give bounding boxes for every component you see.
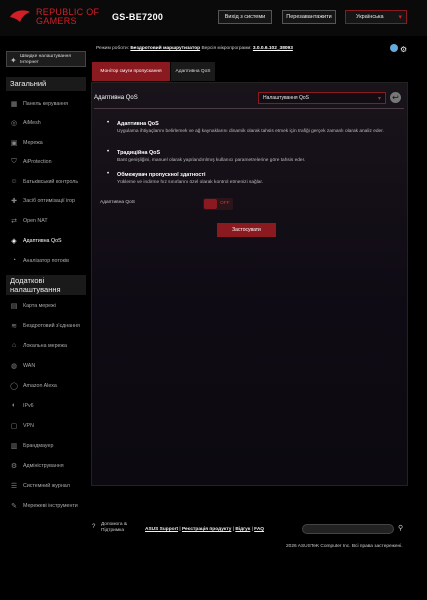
shield-icon: ⛉ [11,157,17,165]
section-general: Загальний [6,77,86,91]
sidebar-item-lan[interactable]: ⌂ Локальна мережа [6,336,86,355]
dashboard-icon: ▦ [10,100,18,108]
adaptive-qos-toggle[interactable]: OFF [203,198,233,210]
toggle-knob [204,199,217,209]
quick-setup-button[interactable]: ✦ Швидке налаштування Інтернет [6,51,86,67]
ipv6-icon: ◐ [11,402,17,409]
reboot-button[interactable]: Перезавантажити [282,10,336,24]
search-icon[interactable]: ⚲ [398,524,403,532]
sidebar-item-alexa[interactable]: ◯ Amazon Alexa [6,376,86,395]
section-advanced: Додаткові налаштування [6,275,86,295]
sidebar-item-wireless[interactable]: ≋ Бездротовий з'єднання [6,316,86,335]
vpn-icon: ▢ [10,422,18,430]
top-bar: REPUBLIC OF GAMERS GS-BE7200 Вихід з сис… [0,0,427,36]
qos-icon: ◈ [11,237,17,245]
sidebar-item-firewall[interactable]: ▥ Брандмауер [6,436,86,455]
qos-settings-select[interactable]: Налаштування QoS ▾ [258,92,386,104]
status-line: Режим роботи: Бездротовий маршрутизатор … [96,46,293,51]
sidebar-item-adaptive-qos[interactable]: ◈ Адаптивна QoS [6,231,86,250]
sidebar-item-vpn[interactable]: ▢ VPN [6,416,86,435]
help-support-link[interactable]: Допомога & Підтримка [101,522,143,534]
link-product-registration[interactable]: Реєстрація продукту [182,527,231,532]
sidebar-item-aimesh[interactable]: ◎ AiMesh [6,113,86,132]
language-label: Українська [356,14,384,20]
bullet-title: Обмежувач пропускної здатності [117,172,206,178]
footer-links: ASUS Support | Реєстрація продукту | Від… [145,527,265,532]
log-icon: ☰ [10,482,18,490]
analyzer-icon: ◔ [11,257,17,264]
admin-icon: ⚙ [10,462,18,470]
bullet-title: Адаптивна QoS [117,121,159,127]
nat-icon: ⇄ [11,217,17,225]
sidebar-item-dashboard[interactable]: ▦ Панель керування [6,94,86,113]
link-feedback[interactable]: Відгук [235,527,250,532]
tools-icon: ✎ [11,502,17,510]
firewall-icon: ▥ [10,442,18,450]
lan-icon: ⌂ [11,342,17,349]
mode-link[interactable]: Бездротовий маршрутизатор [130,46,200,51]
link-faq[interactable]: FAQ [254,527,264,532]
gear-icon[interactable]: ⚙ [400,45,407,54]
parental-icon: ☺ [10,178,18,185]
logout-button[interactable]: Вихід з системи [218,10,272,24]
sidebar-item-network-tools[interactable]: ✎ Мережеві інструменти [6,496,86,515]
qos-select-label: Налаштування QoS [263,95,309,101]
usb-status-icon[interactable] [390,44,398,52]
map-icon: ▤ [10,302,18,310]
sidebar-item-parental[interactable]: ☺ Батьківський контроль [6,172,86,191]
adaptive-qos-label: Адаптивна QoS [100,200,135,205]
sidebar-item-traffic-analyzer[interactable]: ◔ Аналізатор потоків [6,251,86,270]
chevron-down-icon: ▾ [398,14,402,21]
apply-button[interactable]: Застосувати [217,223,276,237]
chevron-down-icon: ▾ [377,95,381,102]
alexa-icon: ◯ [10,382,18,390]
main-panel [91,82,408,486]
sidebar-item-game-boost[interactable]: ✚ Засіб оптимізації ігор [6,191,86,210]
bullet-desc: Bant genişliğini, manuel olarak yapıland… [117,158,306,163]
bullet-title: Традиційна QoS [117,150,161,156]
sidebar-item-administration[interactable]: ⚙ Адміністрування [6,456,86,475]
bullet-desc: Yükleme ve indirme hız sınırlarını özel … [117,180,264,185]
sidebar-item-system-log[interactable]: ☰ Системний журнал [6,476,86,495]
sidebar-item-network-map[interactable]: ▤ Карта мережі [6,296,86,315]
language-select[interactable]: Українська ▾ [345,10,407,24]
wand-icon: ✦ [10,56,17,65]
page-title: Адаптивна QoS [94,95,138,101]
divider [94,108,404,109]
sidebar-item-network[interactable]: ▣ Мережа [6,133,86,152]
network-icon: ▣ [10,139,18,147]
gamepad-icon: ✚ [11,197,17,205]
globe-icon: ◍ [10,362,18,370]
tab-adaptive-qos[interactable]: Адаптивна QoS [171,62,215,81]
wifi-icon: ≋ [11,322,17,330]
sidebar-item-ipv6[interactable]: ◐ IPv6 [6,396,86,415]
help-icon: ? [92,524,96,530]
sidebar-item-open-nat[interactable]: ⇄ Open NAT [6,211,86,230]
sidebar-item-wan[interactable]: ◍ WAN [6,356,86,375]
brand-name: REPUBLIC OF GAMERS [36,7,100,26]
model-name: GS-BE7200 [112,12,164,22]
toggle-label: OFF [220,201,230,206]
back-arrow-icon[interactable]: ↩ [390,92,401,103]
bullet-desc: Uygulama ihtiyaçlarını belirlemek ve ağ … [117,129,384,134]
sidebar-item-aiprotection[interactable]: ⛉ AiProtection [6,152,86,171]
tab-bandwidth-monitor[interactable]: Монітор смуги пропускання [92,62,170,81]
rog-logo-icon [10,10,30,22]
search-input[interactable] [302,524,394,534]
aimesh-icon: ◎ [10,119,18,127]
copyright: 2026 ASUSTeK Computer Inc. Всі права зас… [286,544,403,549]
link-asus-support[interactable]: ASUS Support [145,527,178,532]
firmware-link[interactable]: 3.0.0.6.102_38093 [253,46,293,51]
